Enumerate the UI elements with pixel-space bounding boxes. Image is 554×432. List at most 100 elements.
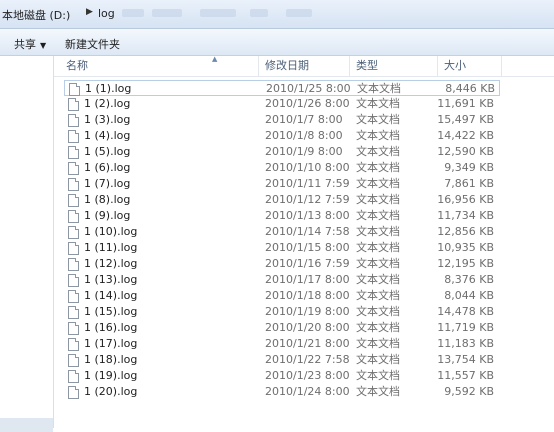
column-header-size[interactable]: 大小 — [438, 56, 502, 76]
file-row[interactable]: 1 (14).log 2010/1/18 8:00 文本文档 8,044 KB — [64, 288, 500, 304]
breadcrumb-drive[interactable]: 本地磁盘 (D:) — [2, 7, 70, 23]
text-document-icon — [68, 258, 79, 271]
text-document-icon — [68, 162, 79, 175]
address-blur-3 — [200, 9, 236, 17]
file-row[interactable]: 1 (7).log 2010/1/11 7:59 文本文档 7,861 KB — [64, 176, 500, 192]
text-document-icon — [68, 178, 79, 191]
address-bar[interactable]: 本地磁盘 (D:) ▶ log — [0, 0, 554, 29]
column-header-type[interactable]: 类型 — [350, 56, 438, 76]
file-row[interactable]: 1 (11).log 2010/1/15 8:00 文本文档 10,935 KB — [64, 240, 500, 256]
file-modified-date: 2010/1/8 8:00 — [265, 129, 343, 142]
file-type: 文本文档 — [356, 225, 400, 238]
file-row[interactable]: 1 (16).log 2010/1/20 8:00 文本文档 11,719 KB — [64, 320, 500, 336]
file-name: 1 (10).log — [84, 225, 138, 238]
text-document-icon — [68, 322, 79, 335]
file-row[interactable]: 1 (19).log 2010/1/23 8:00 文本文档 11,557 KB — [64, 368, 500, 384]
file-type: 文本文档 — [356, 337, 400, 350]
file-modified-date: 2010/1/9 8:00 — [265, 145, 343, 158]
file-modified-date: 2010/1/17 8:00 — [265, 273, 350, 286]
file-type: 文本文档 — [356, 305, 400, 318]
column-header-bar: ▲ 名称 修改日期 类型 大小 — [54, 55, 554, 77]
file-modified-date: 2010/1/11 7:59 — [265, 177, 350, 190]
file-name: 1 (18).log — [84, 353, 138, 366]
file-row[interactable]: 1 (3).log 2010/1/7 8:00 文本文档 15,497 KB — [64, 112, 500, 128]
file-type: 文本文档 — [356, 257, 400, 270]
caret-down-icon: ▼ — [40, 41, 47, 50]
text-document-icon — [68, 338, 79, 351]
file-type: 文本文档 — [356, 113, 400, 126]
text-document-icon — [68, 194, 79, 207]
file-size: 11,734 KB — [437, 209, 494, 222]
file-name: 1 (9).log — [84, 209, 131, 222]
file-row[interactable]: 1 (10).log 2010/1/14 7:58 文本文档 12,856 KB — [64, 224, 500, 240]
file-modified-date: 2010/1/7 8:00 — [265, 113, 343, 126]
file-size: 8,376 KB — [444, 273, 494, 286]
file-row[interactable]: 1 (2).log 2010/1/26 8:00 文本文档 11,691 KB — [64, 96, 500, 112]
file-row[interactable]: 1 (5).log 2010/1/9 8:00 文本文档 12,590 KB — [64, 144, 500, 160]
new-folder-button[interactable]: 新建文件夹 — [65, 36, 120, 52]
file-type: 文本文档 — [356, 385, 400, 398]
file-row[interactable]: 1 (9).log 2010/1/13 8:00 文本文档 11,734 KB — [64, 208, 500, 224]
file-size: 11,719 KB — [437, 321, 494, 334]
file-row[interactable]: 1 (18).log 2010/1/22 7:58 文本文档 13,754 KB — [64, 352, 500, 368]
file-type: 文本文档 — [356, 321, 400, 334]
file-modified-date: 2010/1/25 8:00 — [266, 82, 351, 95]
file-name: 1 (6).log — [84, 161, 131, 174]
file-modified-date: 2010/1/12 7:59 — [265, 193, 350, 206]
file-name: 1 (15).log — [84, 305, 138, 318]
file-type: 文本文档 — [356, 161, 400, 174]
file-type: 文本文档 — [356, 193, 400, 206]
file-modified-date: 2010/1/24 8:00 — [265, 385, 350, 398]
file-row[interactable]: 1 (12).log 2010/1/16 7:59 文本文档 12,195 KB — [64, 256, 500, 272]
file-row[interactable]: 1 (6).log 2010/1/10 8:00 文本文档 9,349 KB — [64, 160, 500, 176]
file-name: 1 (3).log — [84, 113, 131, 126]
file-row[interactable]: 1 (8).log 2010/1/12 7:59 文本文档 16,956 KB — [64, 192, 500, 208]
file-size: 9,349 KB — [444, 161, 494, 174]
file-modified-date: 2010/1/15 8:00 — [265, 241, 350, 254]
text-document-icon — [68, 386, 79, 399]
file-row[interactable]: 1 (20).log 2010/1/24 8:00 文本文档 9,592 KB — [64, 384, 500, 400]
text-document-icon — [69, 83, 80, 96]
file-modified-date: 2010/1/21 8:00 — [265, 337, 350, 350]
file-type: 文本文档 — [356, 177, 400, 190]
command-bar: 共享 ▼ 新建文件夹 — [0, 29, 554, 56]
file-modified-date: 2010/1/16 7:59 — [265, 257, 350, 270]
file-row[interactable]: 1 (4).log 2010/1/8 8:00 文本文档 14,422 KB — [64, 128, 500, 144]
text-document-icon — [68, 210, 79, 223]
file-name: 1 (13).log — [84, 273, 138, 286]
file-size: 12,195 KB — [437, 257, 494, 270]
file-row[interactable]: 1 (15).log 2010/1/19 8:00 文本文档 14,478 KB — [64, 304, 500, 320]
file-size: 16,956 KB — [437, 193, 494, 206]
share-button[interactable]: 共享 ▼ — [14, 36, 46, 52]
file-row[interactable]: 1 (1).log 2010/1/25 8:00 文本文档 8,446 KB — [64, 80, 500, 96]
column-header-name[interactable]: 名称 — [60, 56, 259, 76]
file-size: 14,478 KB — [437, 305, 494, 318]
file-modified-date: 2010/1/20 8:00 — [265, 321, 350, 334]
file-row[interactable]: 1 (17).log 2010/1/21 8:00 文本文档 11,183 KB — [64, 336, 500, 352]
text-document-icon — [68, 354, 79, 367]
file-size: 11,557 KB — [437, 369, 494, 382]
file-name: 1 (12).log — [84, 257, 138, 270]
chevron-right-icon[interactable]: ▶ — [86, 7, 93, 17]
breadcrumb-folder[interactable]: log — [98, 7, 115, 20]
file-size: 9,592 KB — [444, 385, 494, 398]
file-type: 文本文档 — [357, 82, 401, 95]
file-name: 1 (19).log — [84, 369, 138, 382]
navigation-pane[interactable] — [0, 56, 54, 432]
file-name: 1 (16).log — [84, 321, 138, 334]
file-size: 11,691 KB — [437, 97, 494, 110]
text-document-icon — [68, 290, 79, 303]
file-size: 15,497 KB — [437, 113, 494, 126]
text-document-icon — [68, 114, 79, 127]
file-name: 1 (5).log — [84, 145, 131, 158]
file-type: 文本文档 — [356, 209, 400, 222]
file-row[interactable]: 1 (13).log 2010/1/17 8:00 文本文档 8,376 KB — [64, 272, 500, 288]
text-document-icon — [68, 306, 79, 319]
text-document-icon — [68, 274, 79, 287]
file-name: 1 (4).log — [84, 129, 131, 142]
nav-selected-item[interactable] — [0, 418, 53, 432]
column-header-date[interactable]: 修改日期 — [259, 56, 350, 76]
file-type: 文本文档 — [356, 353, 400, 366]
file-name: 1 (20).log — [84, 385, 138, 398]
file-name: 1 (17).log — [84, 337, 138, 350]
